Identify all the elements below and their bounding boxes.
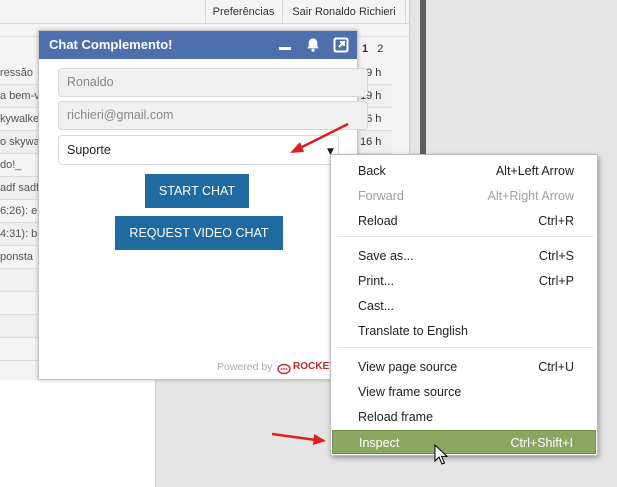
annotation-arrow-icon — [290, 122, 349, 153]
menu-item-cast[interactable]: Cast... — [332, 294, 596, 318]
menu-item-label: Reload — [358, 214, 398, 228]
popout-icon[interactable] — [333, 37, 349, 53]
menu-item-back[interactable]: Back Alt+Left Arrow — [332, 159, 596, 183]
menu-item-label: View page source — [358, 360, 458, 374]
menu-item-reload[interactable]: Reload Ctrl+R — [332, 209, 596, 233]
list-item[interactable]: kywalke — [0, 108, 40, 131]
list-item[interactable]: ressão — [0, 62, 40, 85]
list-item[interactable] — [0, 292, 40, 315]
page-2-link[interactable]: 2 — [377, 43, 383, 55]
mouse-pointer-icon — [434, 444, 448, 465]
menu-item-label: View frame source — [358, 385, 462, 399]
pagination: 1 2 — [362, 36, 389, 62]
logout-link[interactable]: Sair Ronaldo Richieri — [282, 0, 406, 24]
menu-item-shortcut: Alt+Right Arrow — [487, 189, 575, 203]
menu-item-label: Translate to English — [358, 324, 469, 338]
preferences-link[interactable]: Preferências — [205, 0, 281, 24]
menu-item-shortcut: Ctrl+S — [538, 249, 574, 263]
menu-item-label: Cast... — [358, 299, 395, 313]
menu-item-inspect[interactable]: Inspect Ctrl+Shift+I — [332, 430, 596, 454]
list-item-time: 16 h — [356, 131, 392, 154]
menu-item-shortcut: Alt+Left Arrow — [495, 164, 574, 178]
menu-item-shortcut: Ctrl+R — [538, 214, 574, 228]
menu-item-translate-to-english[interactable]: Translate to English — [332, 319, 596, 343]
start-chat-button[interactable]: START CHAT — [145, 174, 249, 208]
menu-item-forward[interactable]: Forward Alt+Right Arrow — [332, 184, 596, 208]
background-panel — [0, 380, 156, 487]
menu-item-reload-frame[interactable]: Reload frame — [332, 405, 596, 429]
browser-context-menu: Back Alt+Left Arrow Forward Alt+Right Arrow… — [330, 154, 598, 456]
rocket-chat-logo-icon — [277, 361, 291, 375]
list-item[interactable] — [0, 338, 40, 361]
livechat-header[interactable]: Chat Complemento! — [39, 31, 357, 59]
annotation-arrow-icon — [271, 432, 326, 445]
top-navigation: Preferências Sair Ronaldo Richieri — [0, 0, 409, 24]
menu-item-view-page-source[interactable]: View page source Ctrl+U — [332, 355, 596, 379]
menu-separator — [337, 236, 593, 237]
minimize-icon[interactable] — [277, 37, 293, 53]
menu-item-label: Inspect — [359, 436, 400, 450]
menu-item-label: Forward — [358, 189, 404, 203]
request-video-chat-button[interactable]: REQUEST VIDEO CHAT — [115, 216, 283, 250]
list-item[interactable]: a bem-v — [0, 85, 40, 108]
menu-item-label: Print... — [358, 274, 395, 288]
menu-item-label: Back — [358, 164, 386, 178]
livechat-title: Chat Complemento! — [49, 37, 173, 52]
list-item[interactable]: ponsta — [0, 246, 40, 269]
menu-item-save-as[interactable]: Save as... Ctrl+S — [332, 244, 596, 268]
page-1-link[interactable]: 1 — [362, 43, 368, 55]
list-item[interactable]: o skywa — [0, 131, 40, 154]
list-item[interactable]: adf sadf — [0, 177, 40, 200]
menu-item-shortcut: Ctrl+U — [538, 360, 574, 374]
menu-item-shortcut: Ctrl+P — [538, 274, 574, 288]
name-field[interactable]: Ronaldo — [58, 68, 368, 97]
list-item[interactable] — [0, 269, 40, 292]
list-item[interactable] — [0, 315, 40, 338]
livechat-widget: Chat Complemento! Ronaldo richieri@gmail… — [38, 30, 368, 380]
menu-item-label: Save as... — [358, 249, 414, 263]
menu-item-view-frame-source[interactable]: View frame source — [332, 380, 596, 404]
list-item[interactable]: 4:31): b — [0, 223, 40, 246]
list-item[interactable]: do!_ — [0, 154, 40, 177]
list-item[interactable]: 6:26): e — [0, 200, 40, 223]
menu-item-label: Reload frame — [358, 410, 434, 424]
bell-icon[interactable] — [305, 37, 321, 53]
menu-separator — [337, 347, 593, 348]
powered-by-text: Powered by — [217, 361, 273, 373]
message-list-left: ressão a bem-v kywalke o skywa do!_ adf sadf 6… — [0, 62, 40, 380]
menu-item-shortcut: Ctrl+Shift+I — [510, 436, 573, 450]
menu-item-print[interactable]: Print... Ctrl+P — [332, 269, 596, 293]
